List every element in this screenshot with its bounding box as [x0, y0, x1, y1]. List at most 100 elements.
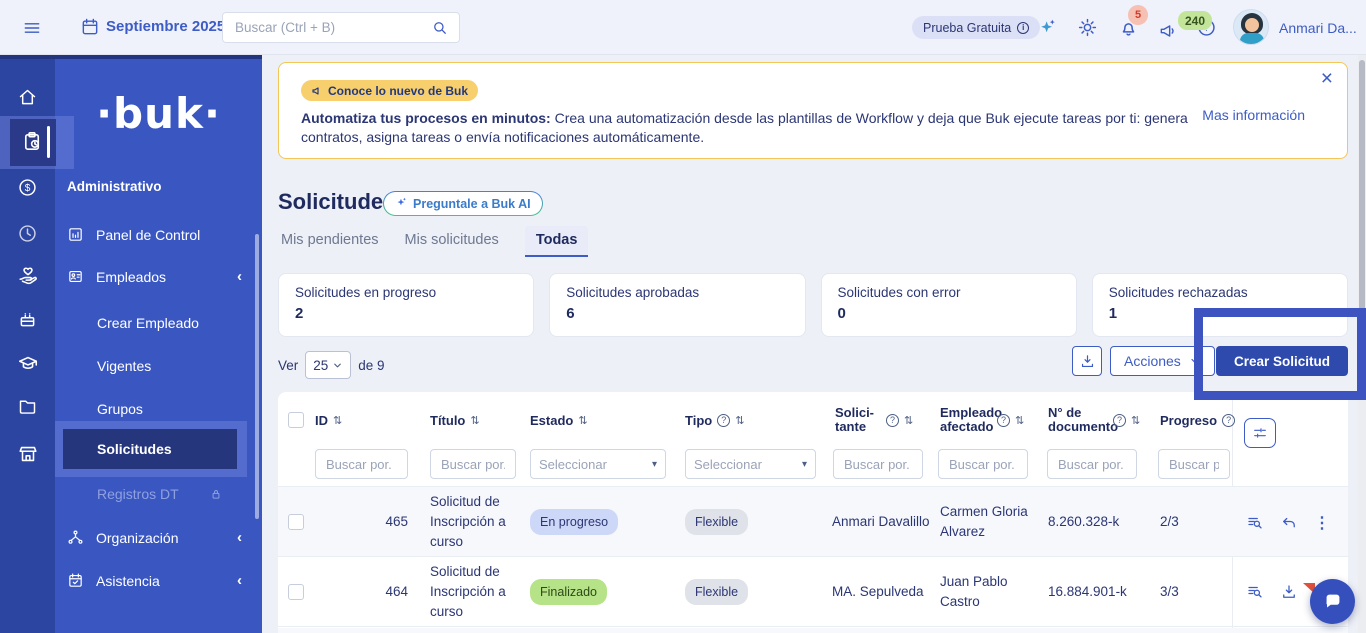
- filter-solicitante-input[interactable]: [842, 455, 914, 473]
- avatar-face: [1245, 18, 1259, 32]
- user-avatar[interactable]: [1233, 9, 1269, 45]
- time-clock-icon[interactable]: [17, 223, 38, 244]
- filter-titulo[interactable]: [430, 449, 516, 479]
- filter-id[interactable]: [315, 449, 408, 479]
- sort-icon[interactable]: ⇅: [1131, 414, 1140, 427]
- benefits-hand-heart-icon[interactable]: [17, 265, 39, 287]
- sort-icon[interactable]: ⇅: [735, 414, 744, 427]
- chevron-collapse-icon[interactable]: ‹: [237, 572, 242, 589]
- buk-logo[interactable]: ·buk·: [55, 89, 262, 138]
- chevron-collapse-icon[interactable]: ‹: [237, 268, 242, 285]
- culture-cake-icon[interactable]: [17, 309, 38, 330]
- filter-progreso-input[interactable]: [1167, 455, 1221, 473]
- card-label: Solicitudes aprobadas: [566, 285, 700, 300]
- sidebar-item-organizacion[interactable]: Organización ‹: [67, 529, 250, 546]
- help-circle-icon[interactable]: ?: [886, 413, 899, 427]
- undo-icon[interactable]: [1280, 514, 1298, 532]
- buk-ai-sparkle-icon[interactable]: [1037, 17, 1058, 38]
- sort-icon[interactable]: ⇅: [333, 414, 342, 427]
- row-checkbox[interactable]: [288, 584, 304, 600]
- help-circle-icon[interactable]: ?: [1113, 413, 1126, 427]
- tab-todas[interactable]: Todas: [524, 226, 589, 257]
- page-scrollbar-thumb[interactable]: [1359, 60, 1365, 350]
- sort-icon[interactable]: ⇅: [578, 414, 587, 427]
- table-row[interactable]: 464 Solicitud de Inscripción a curso Fin…: [278, 557, 1348, 627]
- filter-documento-input[interactable]: [1056, 455, 1128, 473]
- sidebar-scrollbar[interactable]: [255, 234, 259, 519]
- global-search[interactable]: [222, 12, 460, 43]
- download-icon[interactable]: [1280, 583, 1298, 601]
- user-name[interactable]: Anmari Da...: [1279, 20, 1357, 36]
- select-all-checkbox[interactable]: [288, 412, 304, 428]
- sidebar-item-solicitudes[interactable]: Solicitudes: [97, 441, 172, 457]
- sidebar-item-vigentes[interactable]: Vigentes: [97, 358, 151, 374]
- hamburger-menu-icon[interactable]: [22, 18, 42, 38]
- requests-clipboard-icon[interactable]: [21, 130, 44, 153]
- column-header-empleado-afectado[interactable]: Empleado afectado? ⇅: [940, 400, 1042, 440]
- calendar-icon[interactable]: [80, 17, 100, 37]
- search-input[interactable]: [233, 19, 431, 36]
- view-detail-icon[interactable]: [1246, 514, 1264, 532]
- crear-solicitud-button[interactable]: Crear Solicitud: [1216, 346, 1348, 376]
- sidebar-item-grupos[interactable]: Grupos: [97, 401, 143, 417]
- cell-estado: En progreso: [530, 509, 619, 535]
- filter-solicitante[interactable]: [833, 449, 923, 479]
- cell-solicitante: Anmari Davalillo: [832, 514, 930, 529]
- banner-badge: Conoce lo nuevo de Buk: [301, 80, 479, 101]
- notification-count-badge[interactable]: 5: [1128, 5, 1148, 25]
- column-header-estado[interactable]: Estado ⇅: [530, 400, 588, 440]
- help-circle-icon[interactable]: ?: [997, 413, 1010, 427]
- documents-folder-icon[interactable]: [17, 396, 38, 417]
- column-settings-button[interactable]: [1244, 418, 1276, 448]
- trial-badge[interactable]: Prueba Gratuita i: [912, 16, 1041, 39]
- row-checkbox[interactable]: [288, 514, 304, 530]
- cell-empleado: Juan Pablo Castro: [940, 574, 1008, 609]
- filter-estado-select[interactable]: Seleccionar ▾: [530, 449, 666, 479]
- column-header-progreso[interactable]: Progreso?: [1160, 400, 1236, 440]
- announcements-megaphone-icon[interactable]: [1158, 21, 1178, 41]
- close-icon[interactable]: ×: [1321, 67, 1333, 91]
- home-icon[interactable]: [17, 87, 38, 108]
- filter-id-input[interactable]: [324, 455, 399, 473]
- search-icon[interactable]: [431, 19, 449, 37]
- sort-icon[interactable]: ⇅: [904, 414, 913, 427]
- banner-more-info-link[interactable]: Mas información: [1202, 107, 1305, 123]
- chevron-collapse-icon[interactable]: ‹: [237, 529, 242, 546]
- training-graduation-icon[interactable]: [17, 353, 39, 375]
- ask-buk-ai-button[interactable]: Preguntale a Buk AI: [383, 191, 543, 216]
- tab-mis-pendientes[interactable]: Mis pendientes: [281, 232, 379, 257]
- download-button[interactable]: [1072, 346, 1102, 376]
- points-badge[interactable]: 240: [1178, 11, 1213, 30]
- sidebar-item-registros-dt[interactable]: Registros DT: [97, 486, 223, 502]
- view-detail-icon[interactable]: [1246, 583, 1264, 601]
- column-header-id[interactable]: ID ⇅: [315, 400, 342, 440]
- table-row[interactable]: 465 Solicitud de Inscripción a curso En …: [278, 487, 1348, 557]
- kebab-menu-icon[interactable]: ⋮: [1314, 513, 1330, 533]
- filter-progreso[interactable]: [1158, 449, 1230, 479]
- sort-icon[interactable]: ⇅: [1015, 414, 1024, 427]
- filter-empleado-input[interactable]: [947, 455, 1019, 473]
- column-header-documento[interactable]: N° de documento? ⇅: [1048, 400, 1154, 440]
- chat-fab-button[interactable]: [1310, 579, 1355, 624]
- sidebar-item-asistencia[interactable]: Asistencia ‹: [67, 572, 250, 589]
- per-page-select[interactable]: 25: [305, 351, 352, 379]
- column-header-solicitante[interactable]: Solici-tante? ⇅: [835, 400, 931, 440]
- sort-icon[interactable]: ⇅: [470, 414, 479, 427]
- settings-gear-icon[interactable]: [1077, 17, 1098, 38]
- column-header-titulo[interactable]: Título ⇅: [430, 400, 480, 440]
- sidebar-item-panel-de-control[interactable]: Panel de Control: [67, 226, 250, 243]
- tab-mis-solicitudes[interactable]: Mis solicitudes: [405, 232, 499, 257]
- help-circle-icon[interactable]: ?: [717, 413, 731, 427]
- filter-titulo-input[interactable]: [439, 455, 507, 473]
- help-circle-icon[interactable]: ?: [1222, 413, 1236, 427]
- column-header-tipo[interactable]: Tipo? ⇅: [685, 400, 744, 440]
- sidebar-item-empleados[interactable]: Empleados ‹: [67, 268, 250, 285]
- marketplace-store-icon[interactable]: [17, 443, 39, 465]
- sidebar-item-solicitudes-active[interactable]: Solicitudes: [63, 429, 237, 469]
- filter-documento[interactable]: [1047, 449, 1137, 479]
- filter-tipo-select[interactable]: Seleccionar ▾: [685, 449, 816, 479]
- sidebar-item-crear-empleado[interactable]: Crear Empleado: [97, 315, 199, 331]
- payroll-dollar-icon[interactable]: $: [17, 177, 38, 198]
- filter-empleado[interactable]: [938, 449, 1028, 479]
- period-selector[interactable]: Septiembre 2025: [106, 18, 225, 35]
